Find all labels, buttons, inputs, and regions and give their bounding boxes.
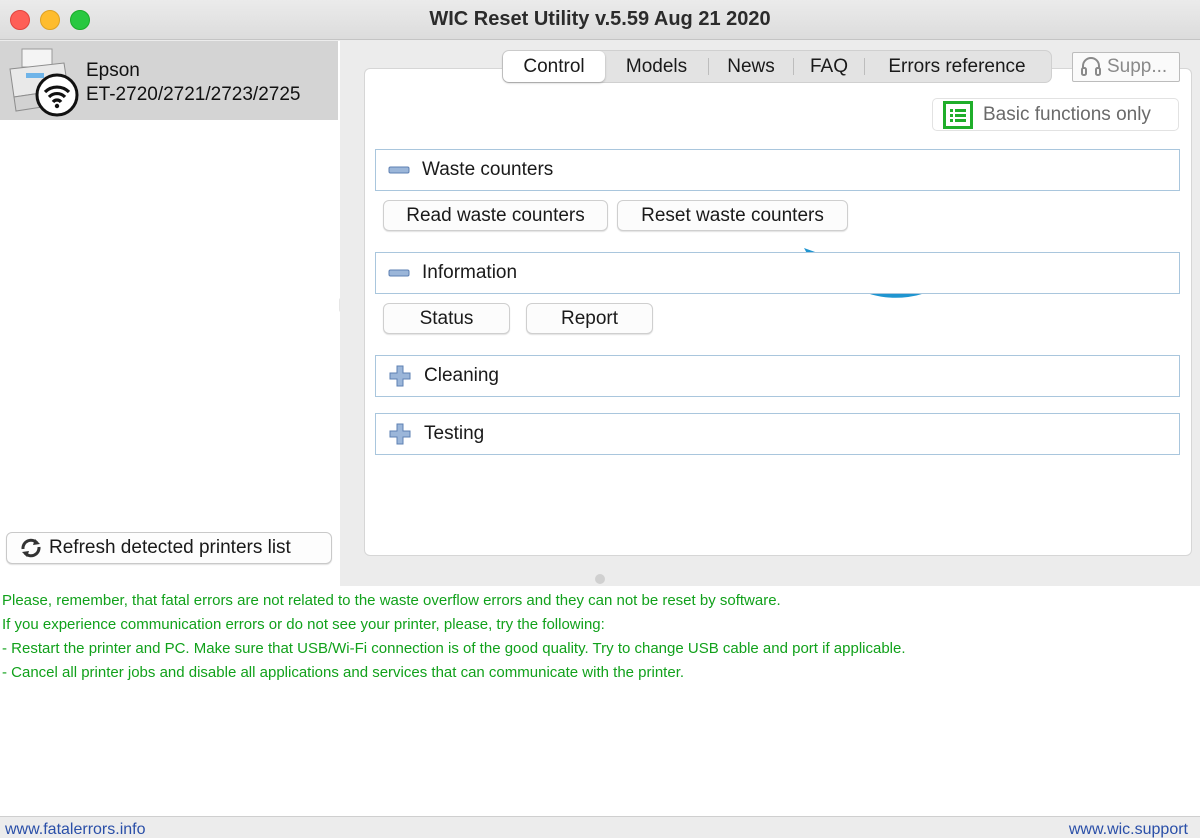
title-bar: WIC Reset Utility v.5.59 Aug 21 2020 xyxy=(0,0,1200,40)
printer-model: ET-2720/2721/2723/2725 xyxy=(86,84,301,105)
refresh-icon xyxy=(21,538,41,558)
section-waste-counters[interactable]: Waste counters xyxy=(375,149,1180,191)
tab-control[interactable]: Control xyxy=(503,51,605,82)
tab-news[interactable]: News xyxy=(709,51,793,82)
log-line: Please, remember, that fatal errors are … xyxy=(2,592,781,609)
report-button[interactable]: Report xyxy=(526,303,653,334)
window-title: WIC Reset Utility v.5.59 Aug 21 2020 xyxy=(429,8,771,30)
list-icon xyxy=(943,100,973,129)
section-title: Information xyxy=(422,262,518,283)
tab-models[interactable]: Models xyxy=(605,51,708,82)
tab-models-label: Models xyxy=(625,55,688,77)
wifi-printer-icon xyxy=(9,48,79,117)
status-button[interactable]: Status xyxy=(383,303,510,334)
tab-errors-reference-label: Errors reference xyxy=(888,55,1026,77)
status-label: Status xyxy=(419,307,474,329)
refresh-printers-label: Refresh detected printers list xyxy=(49,537,291,558)
printer-list-panel: Epson ET-2720/2721/2723/2725 Refresh det… xyxy=(0,41,340,586)
collapse-minus-icon xyxy=(388,269,410,277)
section-information[interactable]: Information xyxy=(375,252,1180,294)
message-log: Please, remember, that fatal errors are … xyxy=(0,586,1200,816)
tab-errors-reference[interactable]: Errors reference xyxy=(865,51,1049,82)
read-waste-counters-button[interactable]: Read waste counters xyxy=(383,200,608,231)
printer-name: Epson ET-2720/2721/2723/2725 xyxy=(86,59,300,107)
support-button[interactable]: Supp... xyxy=(1072,52,1180,82)
printer-brand: Epson xyxy=(86,60,140,81)
section-title: Cleaning xyxy=(424,365,499,386)
tab-news-label: News xyxy=(727,55,775,77)
expand-plus-icon xyxy=(389,423,411,445)
wic-support-link[interactable]: www.wic.support xyxy=(1069,821,1188,838)
section-cleaning[interactable]: Cleaning xyxy=(375,355,1180,397)
log-line: - Cancel all printer jobs and disable al… xyxy=(2,664,685,681)
report-label: Report xyxy=(560,307,619,329)
section-title: Waste counters xyxy=(422,159,554,180)
tab-faq[interactable]: FAQ xyxy=(794,51,864,82)
log-line: If you experience communication errors o… xyxy=(2,616,605,633)
basic-functions-label: Basic functions only xyxy=(983,103,1151,125)
section-testing[interactable]: Testing xyxy=(375,413,1180,455)
headset-icon xyxy=(1081,57,1101,76)
basic-functions-toggle[interactable]: Basic functions only xyxy=(932,98,1179,131)
reset-waste-counters-label: Reset waste counters xyxy=(641,204,824,226)
tab-faq-label: FAQ xyxy=(809,55,848,77)
horizontal-splitter-handle[interactable] xyxy=(595,574,605,584)
printer-list-item[interactable]: Epson ET-2720/2721/2723/2725 xyxy=(0,41,338,120)
tab-bar: Control Models News FAQ Errors reference xyxy=(502,50,1052,83)
fatalerrors-link[interactable]: www.fatalerrors.info xyxy=(5,821,146,838)
tab-control-label: Control xyxy=(523,55,585,77)
status-bar: www.fatalerrors.info www.wic.support xyxy=(0,816,1200,838)
section-title: Testing xyxy=(424,423,485,444)
support-label: Supp... xyxy=(1107,56,1168,77)
log-line: - Restart the printer and PC. Make sure … xyxy=(2,640,906,657)
refresh-printers-button[interactable]: Refresh detected printers list xyxy=(6,532,332,564)
reset-waste-counters-button[interactable]: Reset waste counters xyxy=(617,200,848,231)
expand-plus-icon xyxy=(389,365,411,387)
collapse-minus-icon xyxy=(388,166,410,174)
read-waste-counters-label: Read waste counters xyxy=(406,204,585,226)
